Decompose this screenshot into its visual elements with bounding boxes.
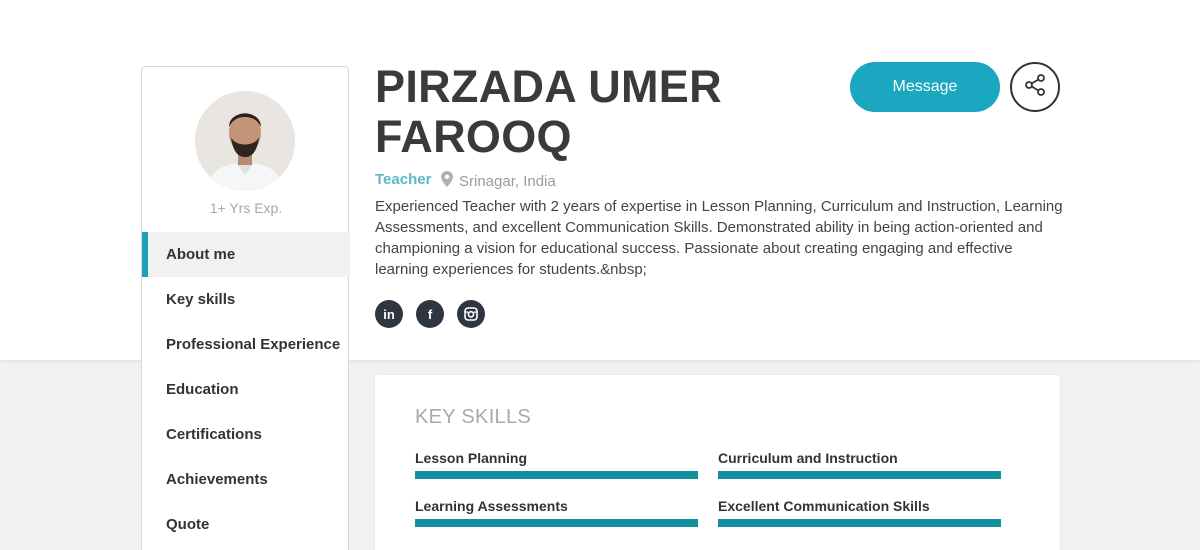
key-skills-title: KEY SKILLS — [415, 406, 532, 428]
skill-item: Curriculum and Instruction — [718, 449, 1001, 479]
skill-item: Lesson Planning — [415, 449, 698, 479]
location-pin-icon — [441, 171, 453, 191]
skill-bar-fill — [718, 519, 1001, 527]
sidebar-item-certifications[interactable]: Certifications — [142, 412, 350, 457]
skill-item: Learning Assessments — [415, 497, 698, 527]
location-text: Srinagar, India — [459, 172, 556, 190]
sidebar-item-education[interactable]: Education — [142, 367, 350, 412]
skill-item: Excellent Communication Skills — [718, 497, 1001, 527]
skill-label: Curriculum and Instruction — [718, 450, 898, 466]
skill-label: Excellent Communication Skills — [718, 498, 930, 514]
instagram-icon[interactable] — [457, 300, 485, 328]
profile-name: PIRZADA UMER FAROOQ — [375, 61, 722, 162]
skill-bar-fill — [718, 471, 1001, 479]
skill-bar — [415, 519, 698, 527]
sidebar-item-professional-experience[interactable]: Professional Experience — [142, 322, 350, 367]
experience-label: 1+ Yrs Exp. — [209, 200, 283, 216]
skill-bar-fill — [415, 519, 698, 527]
sidebar-nav: About me Key skills Professional Experie… — [142, 232, 350, 547]
skill-bar — [415, 471, 698, 479]
sidebar-item-key-skills[interactable]: Key skills — [142, 277, 350, 322]
sidebar-item-about-me[interactable]: About me — [142, 232, 350, 277]
profile-sidebar: 1+ Yrs Exp. About me Key skills Professi… — [141, 66, 350, 550]
message-button[interactable]: Message — [850, 62, 1000, 112]
share-icon — [1023, 73, 1047, 102]
skill-bar-fill — [415, 471, 698, 479]
skill-label: Learning Assessments — [415, 498, 568, 514]
avatar — [195, 91, 295, 191]
sidebar-item-achievements[interactable]: Achievements — [142, 457, 350, 502]
linkedin-icon[interactable]: in — [375, 300, 403, 328]
profile-location: Srinagar, India — [441, 171, 556, 191]
skill-label: Lesson Planning — [415, 450, 528, 466]
sidebar-item-quote[interactable]: Quote — [142, 502, 350, 547]
key-skills-card: KEY SKILLS Lesson Planning Curriculum an… — [375, 375, 1060, 550]
facebook-icon[interactable]: f — [416, 300, 444, 328]
skill-bar — [718, 519, 1001, 527]
skill-bar — [718, 471, 1001, 479]
profile-role: Teacher — [375, 171, 432, 188]
profile-summary: Experienced Teacher with 2 years of expe… — [375, 198, 1063, 278]
share-button[interactable] — [1010, 62, 1060, 112]
